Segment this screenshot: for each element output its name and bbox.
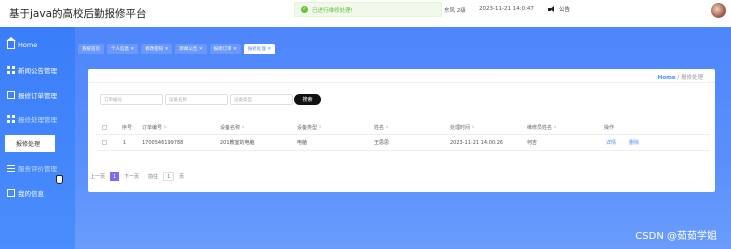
sidebar-item-reviews[interactable]: 服务评价管理: [0, 158, 75, 178]
column-header: 操作: [604, 125, 615, 131]
table-header: 序号 订单编号 ⇅ 设备名称 ⇅ 设备类型 ⇅ 姓名 ⇅ 处理时间 ⇅ 维修员姓名 ⇅ 操作: [96, 121, 710, 135]
breadcrumb-home[interactable]: Home: [658, 75, 676, 81]
select-all-checkbox[interactable]: [102, 125, 107, 130]
detail-link[interactable]: 详情: [606, 139, 616, 146]
tab-repair[interactable]: 报修处理 ✕: [243, 44, 276, 54]
breadcrumb-bar: [88, 69, 715, 83]
cell-name: 王思思: [374, 140, 390, 146]
order-no-input[interactable]: 订单编号: [100, 94, 163, 105]
next-page-button[interactable]: 下一页: [124, 173, 139, 180]
breadcrumb: Home / 报修处理: [658, 73, 703, 81]
cell-equipment: 201教室的电脑: [220, 140, 255, 146]
notice-label: 公告: [559, 7, 571, 13]
sort-icon: ⇅: [472, 125, 475, 129]
sidebar-item-label: Home: [18, 41, 38, 49]
menu-icon: [7, 164, 15, 172]
sidebar-item-orders[interactable]: 报修订单管理: [0, 85, 75, 105]
hand-cursor-icon: [56, 173, 63, 184]
document-icon: [7, 91, 15, 99]
datetime-display: 2023-11-21 14:0:47: [479, 6, 534, 12]
breadcrumb-current: 报修处理: [680, 75, 703, 81]
cell-time: 2023-11-21 14:00:26: [450, 139, 504, 146]
sidebar-item-my-info[interactable]: 我的信息: [0, 183, 75, 203]
tab-news[interactable]: 新闻公告 ✕: [175, 44, 207, 54]
speaker-icon: [548, 5, 556, 13]
sidebar-item-label: 服务评价管理: [18, 165, 57, 173]
table-row: 1 1700546199788 201教室的电脑 电脑 王思思 2023-11-…: [96, 135, 710, 151]
sort-icon: ⇅: [554, 125, 557, 129]
toast-message: 已进行维修处理!: [312, 7, 353, 14]
search-button[interactable]: 搜索: [294, 94, 321, 105]
grid-icon: [7, 66, 15, 74]
cell-repairer: 何吉: [527, 140, 538, 146]
breadcrumb-sep: /: [677, 75, 680, 81]
goto-page-input[interactable]: 1: [163, 172, 175, 181]
weather-info: 东风 2级: [444, 8, 466, 14]
column-header[interactable]: 订单编号 ⇅: [142, 121, 167, 134]
sidebar-item-label: 新闻公告管理: [18, 67, 57, 75]
sort-icon: ⇅: [386, 125, 389, 129]
sort-icon: ⇅: [319, 125, 322, 129]
column-header[interactable]: 设备名称 ⇅: [220, 121, 245, 134]
cell-index: 1: [123, 139, 127, 146]
sidebar-item-news[interactable]: 新闻公告管理: [0, 60, 75, 80]
cell-order-no: 1700546199788: [142, 139, 184, 146]
top-header: 基于java的高校后勤报修平台 ✓ 已进行维修处理! 东风 2级 2023-11…: [0, 0, 731, 27]
sidebar-item-repair-management[interactable]: 报修处理管理: [0, 109, 75, 129]
column-header[interactable]: 处理时间 ⇅: [450, 121, 475, 134]
goto-label: 前往: [148, 174, 159, 180]
column-header[interactable]: 维修员姓名 ⇅: [527, 121, 557, 134]
tab-password[interactable]: 修改密码 ✕: [141, 44, 173, 54]
equipment-type-input[interactable]: 设备类型: [230, 94, 293, 105]
delete-link[interactable]: 删除: [629, 139, 639, 146]
tab-profile[interactable]: 个人信息 ✕: [107, 44, 139, 54]
grid-icon: [7, 115, 15, 123]
home-icon: [6, 37, 16, 49]
success-toast: ✓ 已进行维修处理!: [294, 2, 442, 17]
notice-button[interactable]: 公告: [548, 5, 570, 13]
sort-icon: ⇅: [164, 125, 167, 129]
column-header[interactable]: 姓名 ⇅: [374, 121, 389, 134]
sidebar-item-home[interactable]: Home: [0, 35, 75, 55]
sidebar-item-label: 我的信息: [18, 190, 44, 198]
cell-type: 电脑: [297, 140, 308, 146]
row-checkbox[interactable]: [102, 140, 107, 145]
app-title: 基于java的高校后勤报修平台: [9, 8, 147, 20]
sidebar-item-label: 报修处理管理: [18, 116, 57, 124]
current-page[interactable]: 1: [110, 172, 120, 181]
page-suffix: 页: [179, 174, 185, 180]
column-header[interactable]: 设备类型 ⇅: [297, 121, 322, 134]
tab-home[interactable]: 系统首页: [78, 44, 104, 54]
sidebar-item-label: 报修订单管理: [18, 92, 57, 100]
document-icon: [7, 189, 15, 197]
pagination: 上一页 1 下一页 前往 1 页: [90, 172, 184, 181]
tab-orders[interactable]: 报修订单 ✕: [209, 44, 241, 54]
column-header: 序号: [122, 125, 133, 131]
prev-page-button[interactable]: 上一页: [90, 173, 105, 180]
watermark: CSDN @茹茹学姐: [635, 231, 717, 242]
sort-icon: ⇅: [242, 125, 245, 129]
sidebar-subitem-repair[interactable]: 报修处理: [5, 135, 55, 152]
check-circle-icon: ✓: [301, 6, 308, 13]
tab-bar: 系统首页 个人信息 ✕ 修改密码 ✕ 新闻公告 ✕ 报修订单 ✕ 报修处理 ✕: [75, 44, 276, 54]
equipment-name-input[interactable]: 设备名称: [165, 94, 228, 105]
user-avatar[interactable]: [711, 3, 726, 18]
